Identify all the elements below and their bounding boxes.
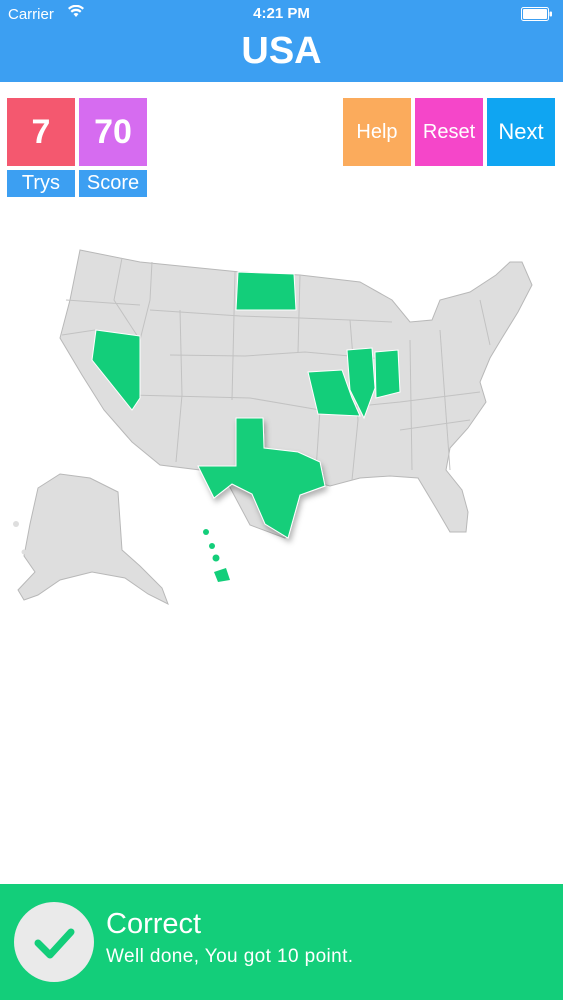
usa-map xyxy=(13,249,533,606)
checkmark-icon xyxy=(34,928,75,959)
next-button[interactable]: Next xyxy=(487,98,555,166)
battery-icon xyxy=(521,7,552,21)
status-bar: Carrier 4:21 PM xyxy=(0,0,563,28)
state-indiana[interactable] xyxy=(374,349,401,399)
result-banner: Correct Well done, You got 10 point. xyxy=(0,884,563,1000)
help-button[interactable]: Help xyxy=(343,98,411,166)
score-label: Score xyxy=(79,170,147,197)
page-title: USA xyxy=(241,30,322,72)
clock: 4:21 PM xyxy=(253,5,310,22)
check-badge xyxy=(14,902,94,982)
reset-button[interactable]: Reset xyxy=(415,98,483,166)
state-hawaii[interactable] xyxy=(203,529,230,582)
state-north-dakota[interactable] xyxy=(235,271,297,311)
navigation-bar: Carrier 4:21 PM USA xyxy=(0,0,563,82)
result-message: Well done, You got 10 point. xyxy=(106,946,354,967)
trys-label: Trys xyxy=(7,170,75,197)
score-count: 70 xyxy=(79,98,147,166)
trys-count: 7 xyxy=(7,98,75,166)
result-title: Correct xyxy=(106,908,202,940)
state-alaska xyxy=(17,473,169,606)
